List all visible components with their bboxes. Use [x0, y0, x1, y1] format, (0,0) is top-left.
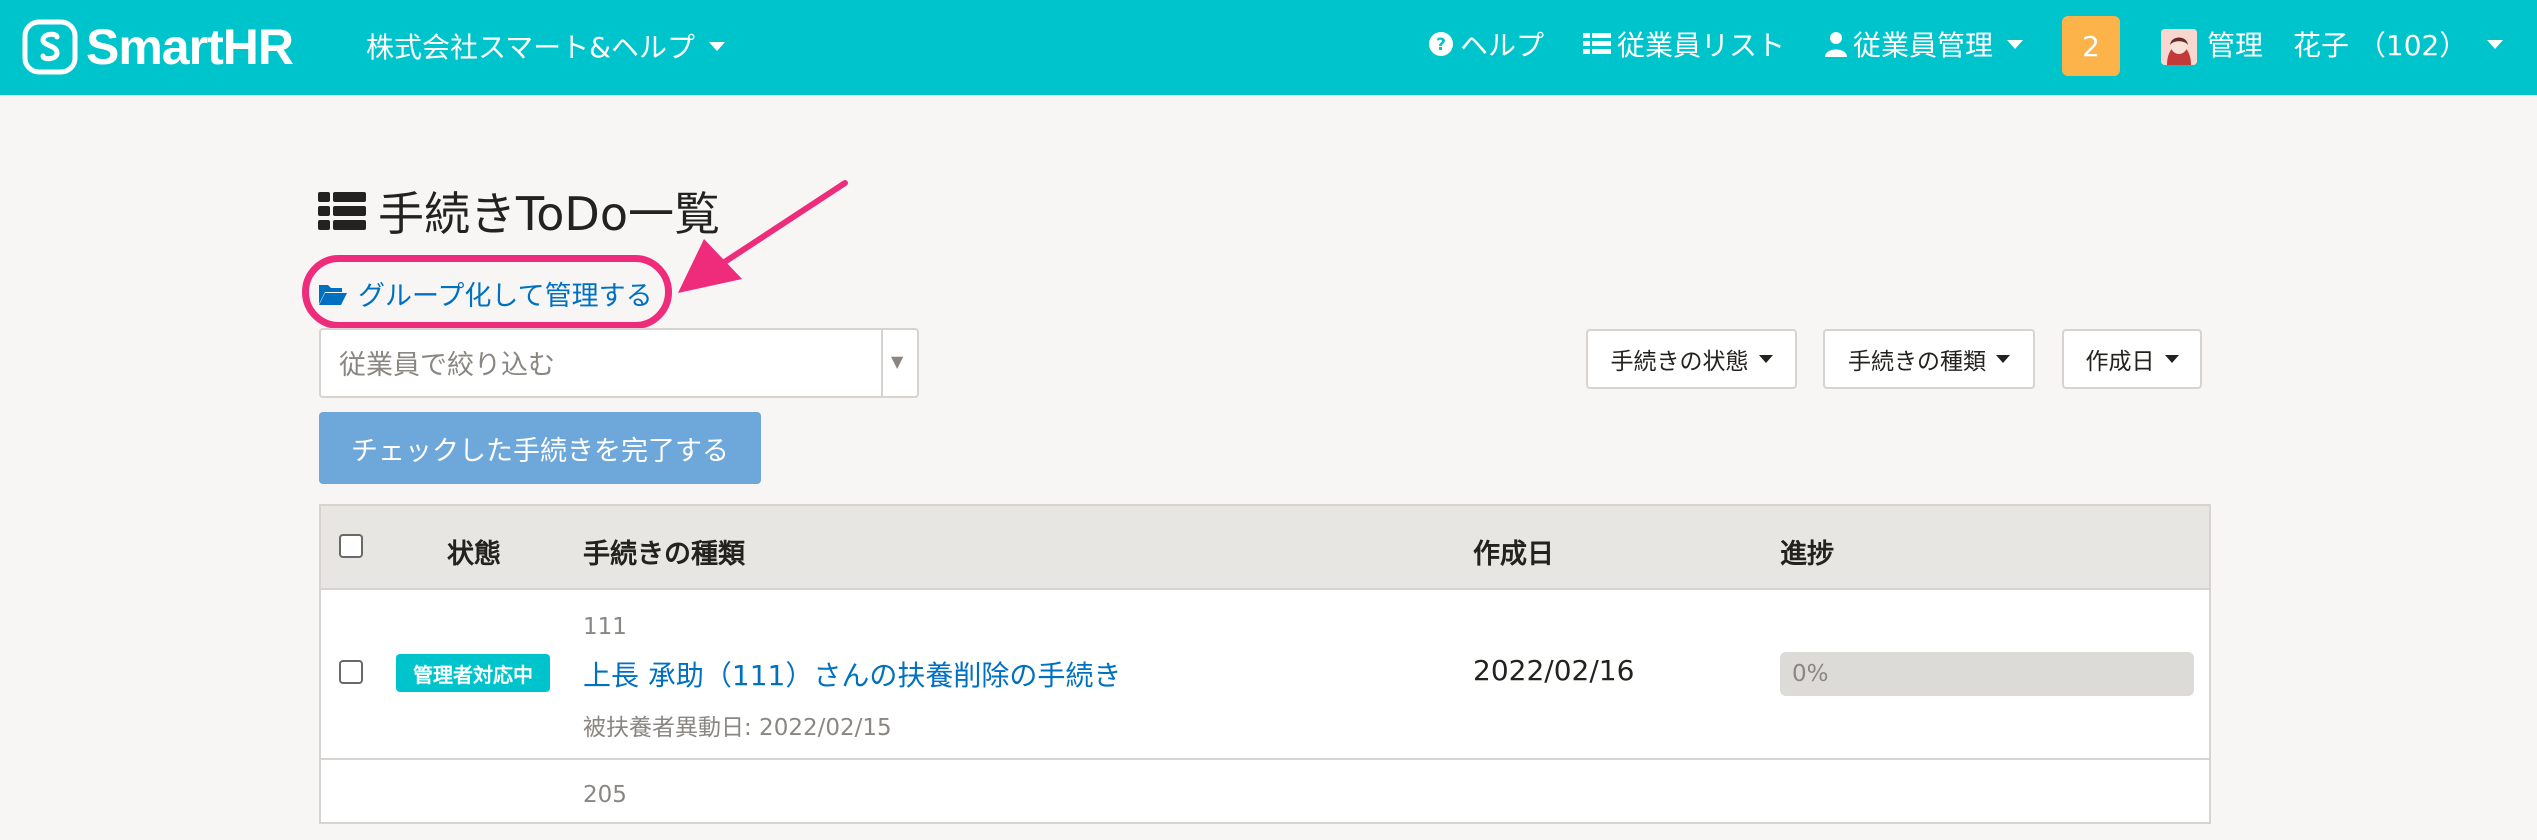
folder-open-icon: [319, 284, 347, 305]
user-role: 管理: [2207, 29, 2264, 62]
dropdown-arrow-icon[interactable]: ▼: [891, 352, 903, 371]
employee-list-label: 従業員リスト: [1617, 29, 1786, 62]
annotation-arrow: [678, 180, 848, 293]
top-navbar: SmartHR 株式会社スマート&ヘルプ ? ヘルプ 従業員リスト 従業員管理 …: [0, 0, 2537, 95]
company-switcher[interactable]: 株式会社スマート&ヘルプ: [366, 26, 725, 66]
complete-checked-label: チェックした手続きを完了する: [351, 435, 729, 467]
select-divider: [881, 330, 883, 396]
status-badge-label: 管理者対応中: [413, 662, 533, 687]
notification-badge[interactable]: 2: [2062, 16, 2120, 76]
list-icon: [318, 192, 366, 230]
user-icon: [1825, 32, 1847, 57]
avatar[interactable]: [2161, 29, 2197, 65]
employee-list-link[interactable]: 従業員リスト: [1583, 24, 1785, 64]
procedure-subtext: 被扶養者異動日: 2022/02/15: [583, 715, 892, 741]
employee-number: 111: [583, 614, 627, 640]
employee-management-label: 従業員管理: [1853, 29, 1994, 62]
page-title-text: 手続きToDo一覧: [378, 187, 720, 241]
help-label: ヘルプ: [1460, 29, 1545, 62]
column-header-status[interactable]: 状態: [447, 532, 501, 571]
row-checkbox[interactable]: [339, 660, 363, 684]
column-header-progress[interactable]: 進捗: [1780, 532, 1834, 571]
column-header-type[interactable]: 手続きの種類: [583, 532, 745, 571]
user-menu[interactable]: 管理 花子 （102）: [2207, 24, 2504, 64]
group-manage-link[interactable]: グループ化して管理する: [318, 274, 653, 313]
procedure-link[interactable]: 上長 承助（111）さんの扶養削除の手続き: [583, 654, 1121, 694]
created-date-filter-button[interactable]: 作成日: [2062, 329, 2202, 389]
status-filter-label: 手続きの状態: [1610, 349, 1749, 375]
svg-text:?: ?: [1436, 35, 1446, 55]
logo-text: SmartHR: [86, 19, 294, 75]
type-filter-button[interactable]: 手続きの種類: [1823, 329, 2035, 389]
chevron-down-icon: [709, 41, 725, 51]
created-date-filter-label: 作成日: [2085, 349, 2155, 375]
complete-checked-button[interactable]: チェックした手続きを完了する: [319, 412, 761, 484]
page-title: 手続きToDo一覧: [318, 178, 720, 244]
status-filter-button[interactable]: 手続きの状態: [1586, 329, 1797, 389]
help-link[interactable]: ? ヘルプ: [1428, 24, 1544, 64]
employee-number: 205: [583, 782, 627, 808]
status-badge: 管理者対応中: [396, 654, 550, 692]
chevron-down-icon: [2007, 39, 2024, 49]
group-manage-label: グループ化して管理する: [358, 281, 653, 312]
user-name: 花子 （102）: [2293, 29, 2468, 62]
select-all-checkbox[interactable]: [339, 534, 363, 558]
column-header-created[interactable]: 作成日: [1473, 532, 1554, 571]
smarthr-logo[interactable]: SmartHR: [22, 19, 294, 75]
avatar-image: [2161, 29, 2197, 65]
table-row: 111 管理者対応中 上長 承助（111）さんの扶養削除の手続き 被扶養者異動日…: [321, 590, 2209, 760]
chevron-down-icon: [2487, 39, 2504, 49]
employee-filter-select[interactable]: ▼: [319, 328, 919, 398]
type-filter-label: 手続きの種類: [1848, 349, 1986, 375]
employee-management-menu[interactable]: 従業員管理: [1825, 24, 2024, 64]
list-icon: [1583, 33, 1611, 54]
table-header: 状態 手続きの種類 作成日 進捗: [321, 506, 2209, 590]
question-circle-icon: ?: [1429, 32, 1453, 56]
chevron-down-icon: [1996, 355, 2010, 363]
chevron-down-icon: [2164, 355, 2179, 363]
table-row: 205: [321, 760, 2209, 840]
created-date: 2022/02/16: [1473, 654, 1635, 687]
notification-count: 2: [2082, 29, 2100, 63]
smarthr-logo-icon: [22, 19, 78, 75]
todo-table: 状態 手続きの種類 作成日 進捗 111 管理者対応中 上長 承助（111）さん…: [319, 504, 2211, 824]
employee-filter-input[interactable]: [337, 346, 861, 384]
chevron-down-icon: [1758, 355, 1773, 363]
company-name: 株式会社スマート&ヘルプ: [366, 31, 695, 64]
progress-label: 0%: [1792, 661, 1829, 687]
progress-bar: 0%: [1780, 652, 2194, 696]
